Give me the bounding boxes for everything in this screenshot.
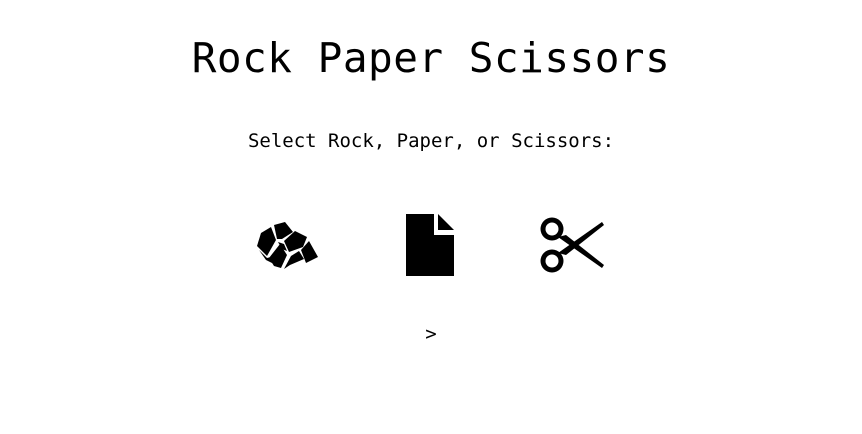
paper-icon xyxy=(405,213,455,277)
rock-button[interactable] xyxy=(252,212,322,278)
paper-button[interactable] xyxy=(402,212,458,278)
instructions-text: Select Rock, Paper, or Scissors: xyxy=(247,130,615,152)
page-title: Rock Paper Scissors xyxy=(191,34,671,82)
rock-icon xyxy=(254,220,320,270)
choice-buttons xyxy=(0,212,862,278)
scissors-icon xyxy=(539,216,605,274)
scissors-button[interactable] xyxy=(536,212,608,278)
result-text: > xyxy=(425,323,437,345)
